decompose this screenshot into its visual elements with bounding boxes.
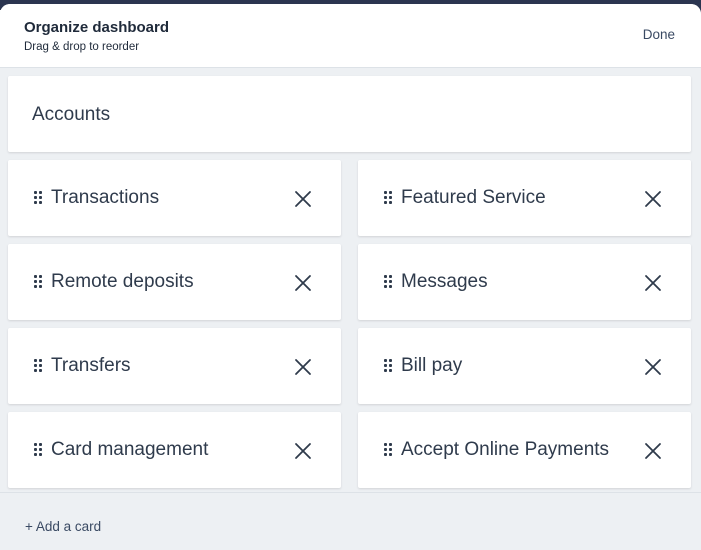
drag-handle-icon[interactable] — [34, 275, 42, 289]
card-label: Bill pay — [401, 355, 463, 376]
card-label: Accept Online Payments — [401, 439, 610, 460]
card-label: Card management — [51, 439, 209, 460]
card-transactions[interactable]: Transactions — [8, 160, 341, 236]
card-label: Transactions — [51, 187, 160, 208]
drag-handle-icon[interactable] — [34, 443, 42, 457]
drag-handle-icon[interactable] — [384, 191, 392, 205]
card-label: Messages — [401, 271, 488, 292]
card-bill-pay[interactable]: Bill pay — [358, 328, 691, 404]
card-label: Accounts — [32, 104, 111, 125]
close-icon[interactable] — [290, 270, 316, 296]
modal-subtitle: Drag & drop to reorder — [24, 41, 140, 53]
drag-handle-icon[interactable] — [34, 191, 42, 205]
organize-dashboard-modal: Organize dashboard Drag & drop to reorde… — [0, 4, 701, 550]
done-button[interactable]: Done — [643, 27, 675, 42]
close-icon[interactable] — [290, 186, 316, 212]
card-label: Featured Service — [401, 187, 546, 208]
card-messages[interactable]: Messages — [358, 244, 691, 320]
card-transfers[interactable]: Transfers — [8, 328, 341, 404]
card-card-management[interactable]: Card management — [8, 412, 341, 488]
card-accounts[interactable]: Accounts — [8, 76, 691, 152]
drag-handle-icon[interactable] — [384, 359, 392, 373]
card-label: Remote deposits — [51, 271, 194, 292]
close-icon[interactable] — [640, 270, 666, 296]
modal-title: Organize dashboard — [24, 19, 170, 36]
card-featured-service[interactable]: Featured Service — [358, 160, 691, 236]
close-icon[interactable] — [640, 354, 666, 380]
card-remote-deposits[interactable]: Remote deposits — [8, 244, 341, 320]
close-icon[interactable] — [640, 186, 666, 212]
drag-handle-icon[interactable] — [34, 359, 42, 373]
drag-handle-icon[interactable] — [384, 443, 392, 457]
modal-footer: + Add a card — [0, 492, 701, 550]
card-label: Transfers — [51, 355, 131, 376]
close-icon[interactable] — [290, 438, 316, 464]
modal-header: Organize dashboard Drag & drop to reorde… — [0, 4, 701, 68]
close-icon[interactable] — [640, 438, 666, 464]
card-accept-online-payments[interactable]: Accept Online Payments — [358, 412, 691, 488]
add-card-link[interactable]: + Add a card — [25, 519, 101, 534]
close-icon[interactable] — [290, 354, 316, 380]
drag-handle-icon[interactable] — [384, 275, 392, 289]
